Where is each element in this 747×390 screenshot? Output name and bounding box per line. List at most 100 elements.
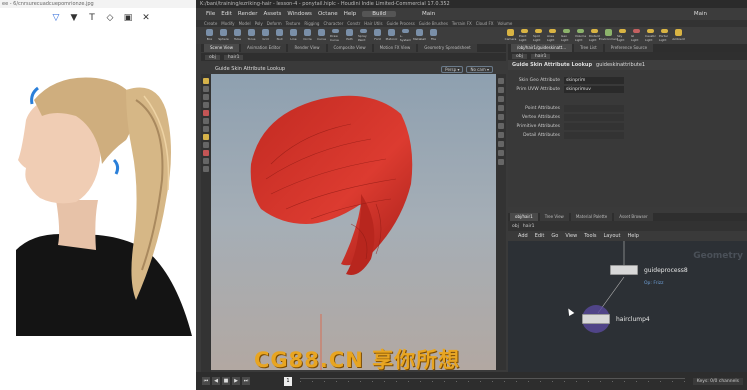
shelf-tab[interactable]: Texture [286,20,301,27]
tab-animation-editor[interactable]: Animation Editor [240,44,287,52]
shelf-tool-sky-light[interactable]: Sky Light [617,29,628,42]
menu-file[interactable]: File [206,11,215,17]
net-menu-add[interactable]: Add [518,233,528,239]
shelf-tab[interactable]: Character [323,20,343,27]
shelf-tool-geo-light[interactable]: Geo Light [561,29,572,42]
ghost-icon[interactable] [498,123,504,129]
shelf-tab[interactable]: Modify [221,20,234,27]
shelf-tool-lsystem[interactable]: L-System [400,29,411,42]
node-box[interactable] [610,265,638,275]
net-menu-edit[interactable]: Edit [535,233,545,239]
eraser-icon[interactable]: ◇ [104,12,116,24]
snap-tool-icon[interactable] [203,142,209,148]
node-name-field[interactable]: guideskinattribute1 [596,62,645,68]
shelf-tab[interactable]: Terrain FX [452,20,472,27]
shelf-tool-torus[interactable]: Torus [246,29,257,42]
param-field-point-attributes[interactable] [564,105,624,112]
shelf-tool-area-light[interactable]: Area Light [547,29,558,42]
points-icon[interactable] [498,132,504,138]
tab-parameters[interactable]: /obj/hair1/guideskinatt... [511,44,573,52]
menu-windows[interactable]: Windows [287,11,312,17]
net-menu-help[interactable]: Help [628,233,639,239]
shelf-tool-camera[interactable]: Camera [505,29,516,42]
param-field-primitive-attributes[interactable] [564,123,624,130]
filter-outline-icon[interactable]: ▼ [68,12,80,24]
tab-asset-browser[interactable]: Asset Browser [614,213,653,221]
main-shelf-selector[interactable]: Main [422,11,435,17]
path-obj[interactable]: obj [205,54,220,60]
background-icon[interactable] [498,114,504,120]
tab-network-path[interactable]: obj/hair1 [510,213,538,221]
menu-assets[interactable]: Assets [263,11,281,17]
tab-motion-fx-view[interactable]: Motion FX View [373,44,417,52]
pose-tool-icon[interactable] [203,118,209,124]
path-node[interactable]: hair1 [223,54,244,60]
shelf-tool-portal-light[interactable]: Portal Light [659,29,670,42]
shelf-tool-point-light[interactable]: Point Light [519,29,530,42]
play-icon[interactable]: ▶ [232,377,240,385]
right-shelf-selector[interactable]: Main [694,11,707,17]
net-menu-layout[interactable]: Layout [604,233,621,239]
shaded-icon[interactable] [498,96,504,102]
magnet-tool-icon[interactable] [203,150,209,156]
shelf-tool-spot-light[interactable]: Spot Light [533,29,544,42]
shelf-tool-file[interactable]: File [428,29,439,42]
menu-octane[interactable]: Octane [318,11,338,17]
shelf-tool-environment[interactable]: Environment [599,29,618,42]
shelf-tab[interactable]: Rigging [304,20,319,27]
shelf-tab[interactable]: Poly [255,20,263,27]
filter-icon[interactable]: ▽ [50,12,62,24]
grid-tool-icon[interactable] [203,158,209,164]
close-icon[interactable]: ✕ [140,12,152,24]
move-tool-icon[interactable] [203,86,209,92]
camera-button[interactable]: No cam ▾ [466,65,493,73]
shelf-tab[interactable]: Guide Process [387,20,415,27]
tab-render-view[interactable]: Render View [288,44,326,52]
display-option-icon[interactable] [498,78,504,84]
node-guideprocess8[interactable]: guideprocess8 [610,265,688,275]
shelf-tool-null[interactable]: Null [274,29,285,42]
lighting-icon[interactable] [498,105,504,111]
shelf-tool-path[interactable]: Path [344,29,355,42]
shelf-tab[interactable]: Create [204,20,217,27]
brush-tool-icon[interactable] [203,134,209,140]
wireframe-icon[interactable] [498,87,504,93]
tab-scene-view[interactable]: Scene View [204,44,239,52]
param-field-skin-geo[interactable]: skinprim [564,77,624,84]
menu-edit[interactable]: Edit [221,11,232,17]
menu-render[interactable]: Render [238,11,258,17]
shelf-tool-platonic[interactable]: Platonic [386,29,397,42]
path-obj[interactable]: obj [512,224,519,229]
tab-preference-source[interactable]: Preference Source [604,44,654,52]
primitives-icon[interactable] [498,150,504,156]
view-tool-icon[interactable] [203,126,209,132]
shelf-tab[interactable]: Deform [267,20,282,27]
path-obj[interactable]: obj [512,53,527,59]
shelf-tool-font[interactable]: Font [372,29,383,42]
shelf-tool-caustic-light[interactable]: Caustic Light [645,29,656,42]
shelf-tool-curve[interactable]: Curve [316,29,327,42]
shelf-tool-spray-paint[interactable]: Spray Paint [358,29,369,42]
param-field-vertex-attributes[interactable] [564,114,624,121]
normals-icon[interactable] [498,141,504,147]
stop-icon[interactable]: ■ [222,377,230,385]
param-field-prim-uvw[interactable]: skinprimuv [564,86,624,93]
shelf-tool-box[interactable]: Box [204,29,215,42]
shelf-tool-circle[interactable]: Circle [302,29,313,42]
tab-tree-list[interactable]: Tree List [574,44,603,52]
shelf-tool-metaball[interactable]: Metaball [413,29,426,42]
shelf-tool-sphere[interactable]: Sphere [218,29,229,42]
shelf-tab[interactable]: Cloud FX [476,20,494,27]
path-node[interactable]: hair1 [523,224,535,229]
network-editor[interactable]: Geometry guideprocess8 Op: Frizz hairclu… [508,241,747,372]
shelf-tool-ambient[interactable]: Ambient [672,29,685,42]
persp-button[interactable]: Persp ▾ [441,65,464,73]
shelf-tool-grid[interactable]: Grid [260,29,271,42]
shelf-tool-line[interactable]: Line [288,29,299,42]
shelf-tab[interactable]: Constr [347,20,360,27]
shelf-tab[interactable]: Volume [498,20,513,27]
shelf-tab[interactable]: Hair Utils [364,20,382,27]
shelf-tab[interactable]: Model [239,20,251,27]
prev-frame-icon[interactable]: ◀ [212,377,220,385]
last-frame-icon[interactable]: ⏭ [242,377,250,385]
